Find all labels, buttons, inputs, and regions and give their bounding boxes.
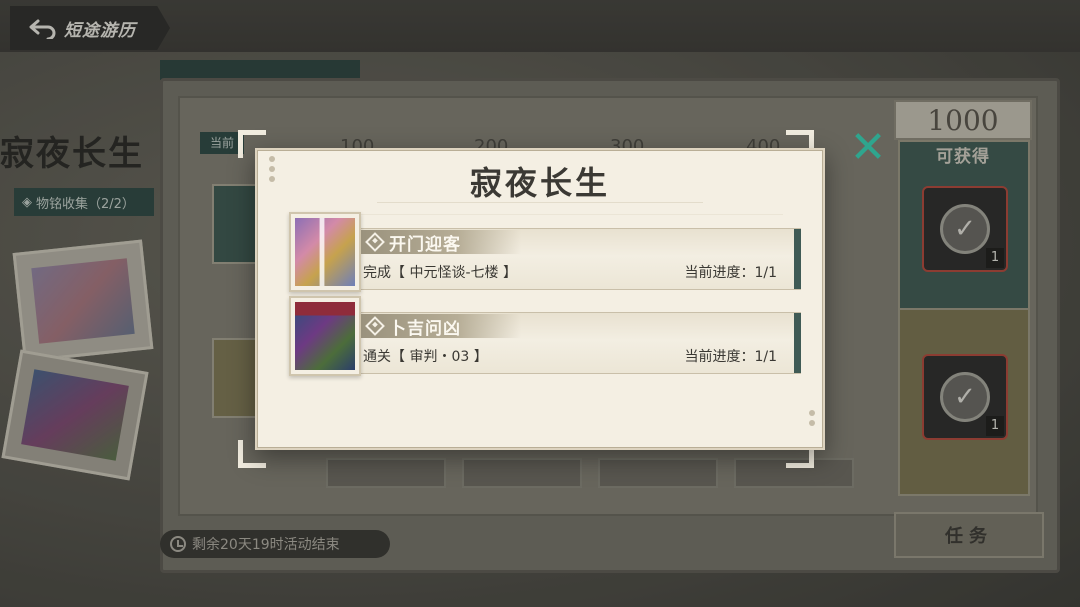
divider	[297, 214, 783, 215]
item-description: 完成【 中元怪谈-七楼 】	[363, 265, 517, 281]
item-thumbnail[interactable]	[289, 296, 361, 376]
item-progress: 当前进度：1/1	[684, 265, 777, 281]
item-description: 通关【 审判・03 】	[363, 349, 488, 365]
diamond-icon	[365, 316, 385, 336]
item-progress: 当前进度：1/1	[684, 349, 777, 365]
modal-title: 寂夜长生	[469, 164, 610, 202]
list-item: 开门迎客 完成【 中元怪谈-七楼 】 当前进度：1/1	[281, 212, 801, 292]
close-icon[interactable]: ✕	[846, 126, 890, 172]
list-item: 卜吉问凶 通关【 审判・03 】 当前进度：1/1	[281, 296, 801, 376]
decorative-dots	[809, 410, 815, 430]
item-name: 开门迎客	[389, 234, 461, 255]
detail-modal: 寂夜长生 开门迎客 完成【 中元怪谈-七楼 】 当前进度：1/1 卜吉问凶 通关…	[255, 148, 825, 450]
item-thumbnail[interactable]	[289, 212, 361, 292]
item-name: 卜吉问凶	[389, 318, 461, 339]
diamond-icon	[365, 232, 385, 252]
divider	[377, 202, 703, 203]
